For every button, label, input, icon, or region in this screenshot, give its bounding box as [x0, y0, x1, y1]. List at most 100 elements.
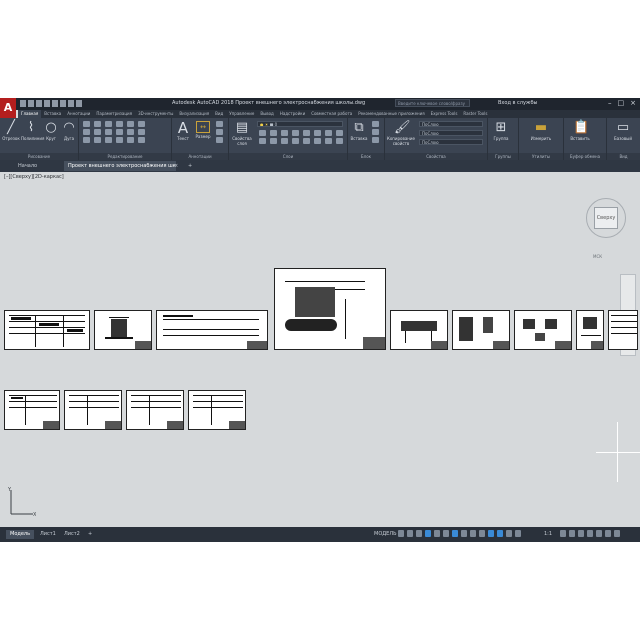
close-tab-icon[interactable]: × [170, 161, 182, 171]
layer-tool-11-icon[interactable] [281, 138, 288, 144]
erase-icon[interactable] [116, 121, 123, 127]
layer-tool-14-icon[interactable] [314, 138, 321, 144]
wcs-menu[interactable]: МСК [593, 254, 602, 259]
web-icon[interactable] [52, 100, 58, 107]
open-icon[interactable] [28, 100, 34, 107]
color-dropdown[interactable]: ПоСлою [419, 121, 483, 127]
stretch-icon[interactable] [105, 129, 112, 135]
maximize-icon[interactable]: □ [618, 99, 625, 107]
drawing-tab[interactable]: Проект внешнего электроснабжения школы [64, 161, 176, 171]
dimension-button[interactable]: ↔ Размер [194, 121, 212, 139]
new-icon[interactable] [20, 100, 26, 107]
plus-icon[interactable] [569, 530, 575, 537]
tab-addins[interactable]: Надстройки [277, 110, 308, 118]
undo-icon[interactable] [68, 100, 74, 107]
isolate-icon[interactable] [578, 530, 584, 537]
align-icon[interactable] [138, 137, 145, 143]
match-properties-button[interactable]: 🖌 Копирование свойств [387, 121, 415, 147]
line-button[interactable]: ╱ Отрезок [2, 121, 20, 142]
new-tab-icon[interactable]: + [184, 161, 196, 171]
tab-raster-tools[interactable]: Raster Tools [460, 110, 490, 118]
panel-title-modify[interactable]: Редактирование [79, 153, 171, 160]
ortho-icon[interactable] [416, 530, 422, 537]
text-button[interactable]: A Текст [174, 121, 192, 142]
layer-tool-12-icon[interactable] [292, 138, 299, 144]
linetype-dropdown[interactable]: ПоСлою [419, 130, 483, 136]
tab-render[interactable]: Визуализация [176, 110, 212, 118]
print-icon[interactable] [60, 100, 66, 107]
mirror-icon[interactable] [138, 121, 145, 127]
search-input[interactable]: Введите ключевое слово/фразу [395, 99, 470, 107]
panel-title-groups[interactable]: Группы [488, 153, 518, 160]
layer-tool-8-icon[interactable] [336, 130, 343, 136]
panel-title-draw[interactable]: Рисование [0, 153, 78, 160]
grid-icon[interactable] [398, 530, 404, 537]
drawing-sheet[interactable] [274, 268, 386, 350]
base-view-button[interactable]: ▭ Базовый [611, 121, 635, 142]
clean-screen-icon[interactable] [596, 530, 602, 537]
hardware-accel-icon[interactable] [587, 530, 593, 537]
layer-tool-15-icon[interactable] [325, 138, 332, 144]
tab-insert[interactable]: Вставка [41, 110, 64, 118]
leader-icon[interactable] [216, 121, 223, 127]
signin-button[interactable]: Вход в службы [498, 100, 537, 106]
lengthen-icon[interactable] [127, 137, 134, 143]
join-icon[interactable] [83, 137, 90, 143]
layer-tool-7-icon[interactable] [325, 130, 332, 136]
drawing-sheet[interactable] [514, 310, 572, 350]
chamfer-icon[interactable] [105, 137, 112, 143]
polyline-button[interactable]: ⌇ Полилиния [21, 121, 44, 142]
tab-collaborate[interactable]: Совместная работа [308, 110, 355, 118]
dynamic-ucs-icon[interactable] [488, 530, 494, 537]
model-space-button[interactable]: МОДЕЛЬ [370, 530, 401, 539]
layer-tool-16-icon[interactable] [336, 138, 343, 144]
redo-icon[interactable] [76, 100, 82, 107]
viewcube-icon[interactable]: Сверху [586, 198, 626, 240]
panel-title-properties[interactable]: Свойства [385, 153, 487, 160]
polar-icon[interactable] [425, 530, 431, 537]
snap-icon[interactable] [407, 530, 413, 537]
annotation-scale[interactable]: 1:1 [540, 530, 556, 539]
paste-button[interactable]: 📋 Вставить [568, 121, 592, 142]
layer-properties-button[interactable]: ▤ Свойства слоя [231, 121, 253, 147]
drawing-sheet[interactable] [156, 310, 268, 350]
gear-icon[interactable] [560, 530, 566, 537]
layer-tool-9-icon[interactable] [259, 138, 266, 144]
transparency-icon[interactable] [470, 530, 476, 537]
table-icon[interactable] [216, 129, 223, 135]
layer-tool-13-icon[interactable] [303, 138, 310, 144]
scale-icon[interactable] [116, 129, 123, 135]
insert-block-button[interactable]: ⧉ Вставка [350, 121, 368, 142]
layout-tab-sheet2[interactable]: Лист2 [60, 530, 84, 539]
drawing-sheet[interactable] [576, 310, 604, 350]
panel-title-clipboard[interactable]: Буфер обмена [564, 153, 606, 160]
group-button[interactable]: ⊞ Группа [492, 121, 510, 142]
tab-parametric[interactable]: Параметризация [93, 110, 135, 118]
trim-icon[interactable] [105, 121, 112, 127]
extend-icon[interactable] [116, 137, 123, 143]
selection-cycling-icon[interactable] [479, 530, 485, 537]
layer-tool-10-icon[interactable] [270, 138, 277, 144]
measure-button[interactable]: ▬ Измерить [529, 121, 553, 142]
lineweight-icon[interactable] [461, 530, 467, 537]
menu-icon[interactable] [614, 530, 620, 537]
panel-title-layers[interactable]: Слои [229, 153, 347, 160]
drawing-canvas[interactable]: [–][Сверху][2D-каркас] Сверху МСК Y X [0, 172, 640, 527]
layer-tool-5-icon[interactable] [303, 130, 310, 136]
layer-tool-4-icon[interactable] [292, 130, 299, 136]
markup-icon[interactable] [216, 137, 223, 143]
tab-home[interactable]: Главная [18, 110, 42, 118]
explode-icon[interactable] [94, 129, 101, 135]
minimize-icon[interactable]: – [608, 99, 612, 107]
customize-icon[interactable] [605, 530, 611, 537]
annotation-visibility-icon[interactable] [497, 530, 503, 537]
close-icon[interactable]: × [630, 99, 636, 107]
viewcube-face-top[interactable]: Сверху [594, 207, 618, 229]
add-layout-icon[interactable]: + [84, 530, 96, 539]
layout-tab-sheet1[interactable]: Лист1 [36, 530, 60, 539]
drawing-sheet[interactable] [64, 390, 122, 430]
tab-output[interactable]: Вывод [257, 110, 276, 118]
start-tab[interactable]: Начало [14, 161, 41, 171]
arc-button[interactable]: ◠ Дуга [60, 121, 78, 142]
layer-tool-3-icon[interactable] [281, 130, 288, 136]
